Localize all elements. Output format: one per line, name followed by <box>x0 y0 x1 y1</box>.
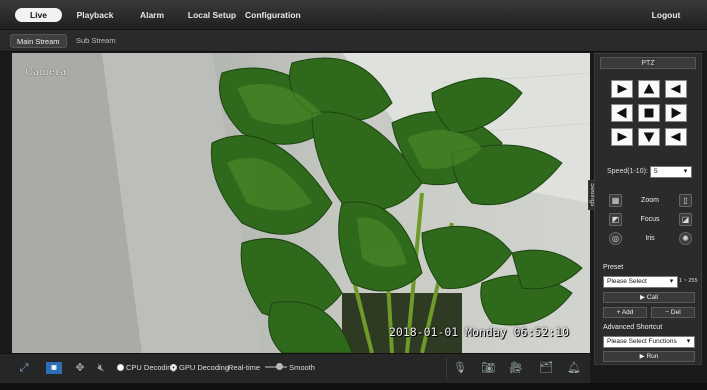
fullscreen-icon[interactable]: ⤢ <box>16 361 32 376</box>
ptz-down-left-button[interactable] <box>611 128 633 146</box>
preset-delete-label: Del <box>670 309 681 316</box>
focus-label: Focus <box>640 216 660 223</box>
microphone-icon[interactable]: 🎙︎ <box>452 361 468 376</box>
video-frame <box>12 53 590 353</box>
speed-value: 5 <box>654 168 658 175</box>
ptz-stop-button[interactable] <box>638 104 660 122</box>
run-label: Run <box>646 353 659 360</box>
audio-mute-icon[interactable]: 🔇︎ <box>93 361 109 376</box>
function-select[interactable]: Please Select Functions ▾ <box>603 336 695 348</box>
nav-local-setup[interactable]: Local Setup <box>187 8 237 22</box>
chevron-down-icon: ▾ <box>683 168 688 175</box>
ptz-up-right-button[interactable] <box>665 80 687 98</box>
nav-alarm[interactable]: Alarm <box>137 8 167 22</box>
zoom-out-button[interactable]: ▦ <box>609 194 622 207</box>
logout-link[interactable]: Logout <box>650 8 682 22</box>
ptz-up-left-button[interactable] <box>611 80 633 98</box>
zoom-in-button[interactable]: ▯ <box>679 194 692 207</box>
iris-label: Iris <box>645 235 655 242</box>
realtime-label: Real-time <box>228 363 261 372</box>
speed-select[interactable]: 5 ▾ <box>650 166 692 178</box>
preset-heading: Preset <box>603 264 624 271</box>
smoothness-slider[interactable]: Smooth <box>265 363 315 372</box>
slider-thumb[interactable] <box>276 363 283 370</box>
preset-call-button[interactable]: ▶ Call <box>603 292 695 303</box>
ptz-down-right-button[interactable] <box>665 128 687 146</box>
osd-timestamp: 2018-01-01 Monday 06:52:10 <box>389 325 570 339</box>
cpu-decoding-label: CPU Decoding <box>126 363 176 372</box>
cpu-decoding-radio[interactable] <box>117 364 124 371</box>
preset-add-label: Add <box>621 309 634 316</box>
nav-configuration[interactable]: Configuration <box>245 8 301 22</box>
stream-tabs: Main Stream Sub Stream <box>0 30 707 52</box>
gpu-decoding-label: GPU Decoding <box>179 363 230 372</box>
chevron-down-icon: ▾ <box>686 338 691 345</box>
aspect-ratio-icon[interactable]: ▣ <box>46 362 62 374</box>
ptz-down-button[interactable] <box>638 128 660 146</box>
preset-call-label: Call <box>646 294 658 301</box>
cpu-decoding-option[interactable]: CPU Decoding <box>117 363 176 372</box>
nav-live[interactable]: Live <box>15 8 62 22</box>
tab-sub-stream[interactable]: Sub Stream <box>70 34 122 48</box>
record-video-icon[interactable]: 🎥︎ <box>508 361 524 376</box>
tab-main-stream[interactable]: Main Stream <box>10 34 67 48</box>
focus-far-button[interactable]: ◪ <box>679 213 692 226</box>
folder-icon[interactable]: 🗂︎ <box>538 361 554 376</box>
gpu-decoding-radio[interactable] <box>170 364 177 371</box>
zoom-control: ▦ Zoom ▯ <box>609 194 692 208</box>
ptz-right-button[interactable] <box>665 104 687 122</box>
ptz-up-button[interactable] <box>638 80 660 98</box>
focus-control: ◩ Focus ◪ <box>609 213 692 227</box>
advanced-shortcut-heading: Advanced Shortcut <box>603 324 663 331</box>
iris-close-button[interactable]: ◎ <box>609 232 622 245</box>
preset-add-button[interactable]: + Add <box>603 307 647 318</box>
preset-range: 1 ~ 255 <box>679 278 698 284</box>
alarm-bell-icon[interactable]: 🔔︎ <box>566 361 582 376</box>
run-button[interactable]: ▶ Run <box>603 351 695 362</box>
toolbar-divider <box>446 358 447 380</box>
slider-track[interactable] <box>265 363 287 370</box>
preset-select[interactable]: Please Select ▾ <box>603 276 678 288</box>
smooth-label: Smooth <box>289 363 315 372</box>
snapshot-camera-icon[interactable]: 📷︎ <box>480 361 496 376</box>
ptz-icon[interactable]: ✥ <box>72 361 88 376</box>
zoom-label: Zoom <box>641 197 659 204</box>
preset-select-value: Please Select <box>607 278 647 285</box>
gpu-decoding-option[interactable]: GPU Decoding <box>170 363 229 372</box>
ptz-panel: PTZ Speed(1-10): 5 ▾ ▦ Zoom ▯ ◩ Focus ◪ … <box>594 53 702 365</box>
focus-near-button[interactable]: ◩ <box>609 213 622 226</box>
ptz-left-button[interactable] <box>611 104 633 122</box>
live-video-view[interactable]: Camera 2018-01-01 Monday 06:52:10 <box>12 53 590 353</box>
function-select-value: Please Select Functions <box>607 338 677 345</box>
top-navigation: Live Playback Alarm Local Setup Configur… <box>0 0 707 30</box>
video-toolbar: ⤢ ▣ ✥ 🔇︎ CPU Decoding GPU Decoding Real-… <box>0 353 590 383</box>
iris-control: ◎ Iris ✺ <box>609 232 692 246</box>
preset-delete-button[interactable]: − Del <box>651 307 695 318</box>
page-footer <box>0 383 707 390</box>
iris-open-button[interactable]: ✺ <box>679 232 692 245</box>
speed-label: Speed(1-10): <box>607 168 648 175</box>
camera-name-overlay: Camera <box>25 67 67 78</box>
chevron-down-icon: ▾ <box>669 278 674 285</box>
ptz-title: PTZ <box>600 57 696 69</box>
nav-playback[interactable]: Playback <box>75 8 115 22</box>
